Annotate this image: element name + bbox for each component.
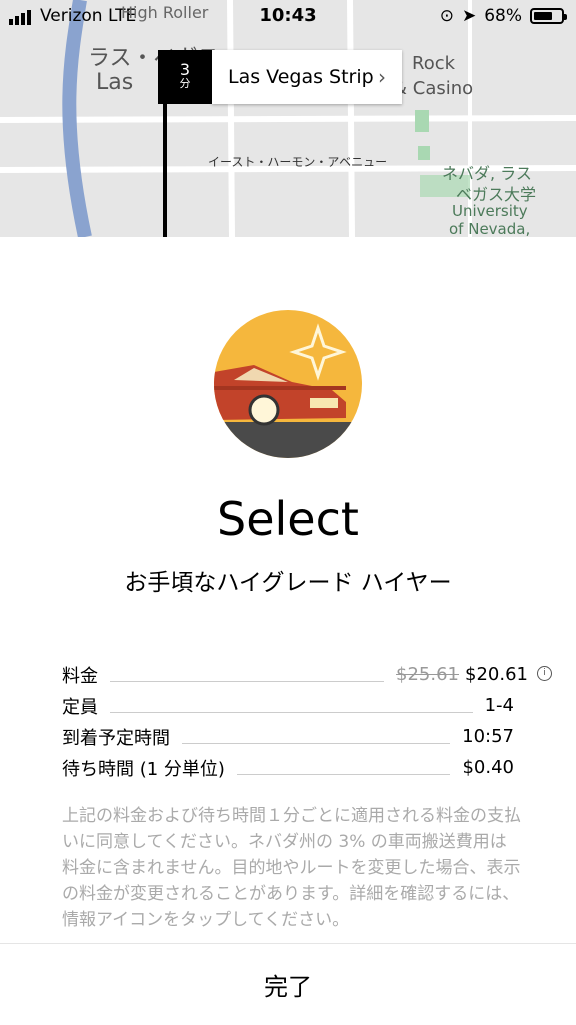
map-label: of Nevada, (449, 220, 531, 237)
vehicle-description: お手頃なハイグレード ハイヤー (124, 570, 452, 596)
chevron-right-icon: › (378, 65, 386, 89)
eta-unit: 分 (179, 77, 191, 90)
legal-disclaimer: 上記の料金および待ち時間１分ごとに適用される料金の支払いに同意してください。ネバ… (62, 806, 521, 930)
leader-line (110, 681, 385, 682)
fare-label: 料金 (62, 665, 98, 687)
battery-icon (530, 8, 567, 24)
fare-details: 料金 $25.61 $20.61 i 定員 1-4 到着予定時間 10:57 待… (62, 659, 552, 783)
leader-line (110, 712, 473, 713)
original-fare: $25.61 (396, 664, 460, 685)
info-icon[interactable]: i (537, 666, 552, 681)
pickup-eta-badge: 3 分 (158, 50, 212, 104)
map-label: University (452, 202, 528, 220)
wait-time-value: $0.40 (462, 757, 514, 778)
map-label: & Casino (393, 78, 474, 99)
vehicle-detail-sheet: Select お手頃なハイグレード ハイヤー 料金 $25.61 $20.61 … (0, 237, 576, 1025)
wait-time-label: 待ち時間 (1 分単位) (62, 758, 225, 780)
map-label: イースト・ハーモン・アベニュー (208, 155, 388, 169)
leader-line (182, 743, 451, 744)
map-label: High Roller (121, 3, 209, 22)
arrival-label: 到着予定時間 (62, 727, 170, 749)
map-label: Las (96, 70, 134, 95)
leader-line (236, 774, 451, 775)
done-button[interactable]: 完了 (0, 943, 576, 1025)
eta-number: 3 (179, 60, 191, 79)
map-label: Rock (412, 53, 456, 74)
select-car-illustration (214, 310, 362, 458)
done-label: 完了 (264, 973, 312, 1001)
battery-percent: 68% (484, 6, 522, 26)
status-bar: Verizon LTE 10:43 ⊙ ➤ 68% (0, 0, 576, 34)
discounted-fare: $20.61 (465, 664, 528, 685)
capacity-label: 定員 (62, 696, 98, 718)
orientation-lock-icon: ⊙ (439, 6, 454, 26)
fare-row: 料金 $25.61 $20.61 i (62, 659, 552, 690)
wait-time-row: 待ち時間 (1 分単位) $0.40 (62, 752, 552, 783)
destination-label: Las Vegas Strip (228, 66, 374, 88)
vehicle-name: Select (217, 492, 359, 546)
arrival-value: 10:57 (462, 726, 514, 747)
capacity-row: 定員 1-4 (62, 690, 552, 721)
destination-button[interactable]: Las Vegas Strip › (212, 50, 402, 104)
location-arrow-icon: ➤ (461, 6, 477, 26)
arrival-row: 到着予定時間 10:57 (62, 721, 552, 752)
capacity-value: 1-4 (484, 695, 514, 716)
map-view[interactable]: Verizon LTE 10:43 ⊙ ➤ 68% High Roller ラス… (0, 0, 576, 237)
